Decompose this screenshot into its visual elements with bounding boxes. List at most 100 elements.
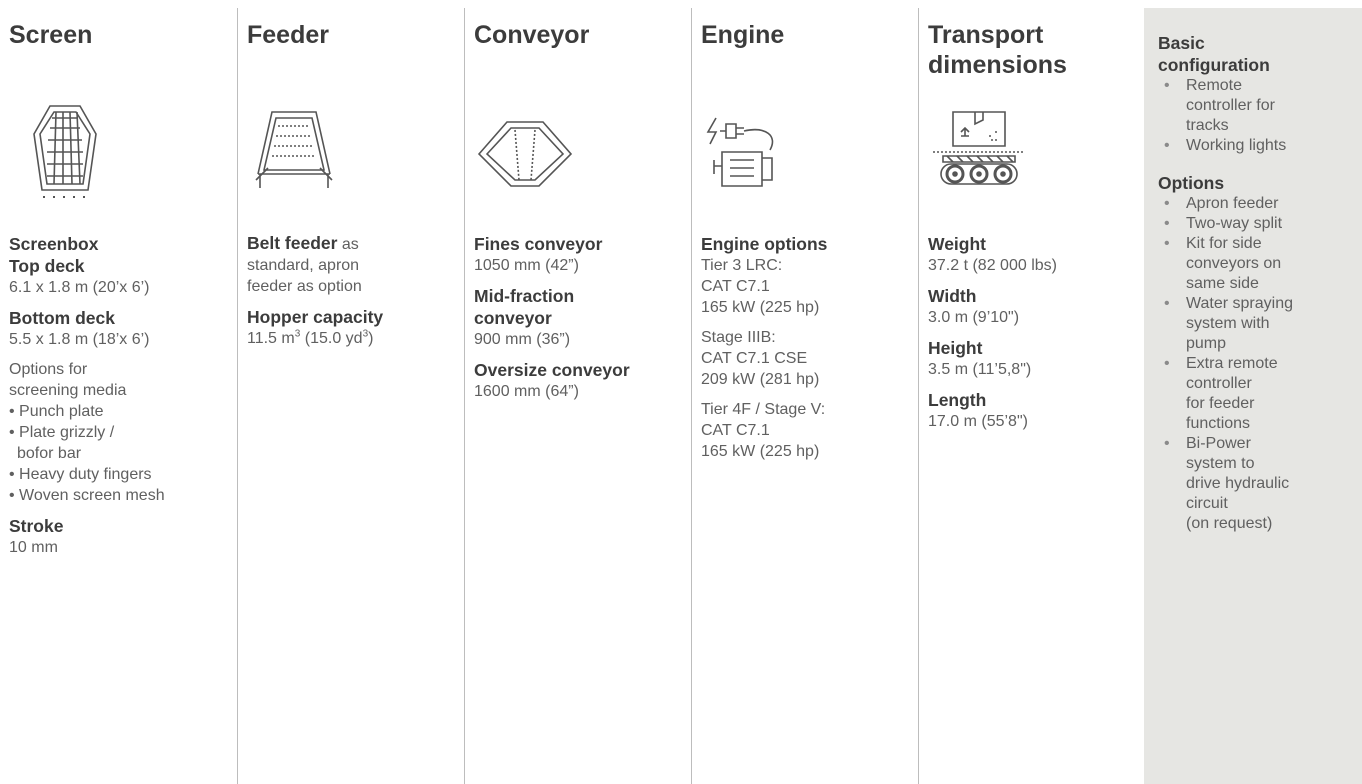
engine-column: Engine Engine options Tier 3 LRC: CAT C7…	[692, 0, 918, 784]
feeder-column: Feeder Belt feeder as standard, apron fe…	[238, 0, 464, 784]
tier3-text: CAT C7.1	[701, 278, 770, 295]
config-list-item: • Apron feeder	[1158, 194, 1356, 214]
config-item-line: controller	[1186, 375, 1252, 392]
feeder-title: Feeder	[247, 21, 329, 49]
top-deck-value: 6.1 x 1.8 m (20’x 6’)	[9, 279, 150, 296]
bullet-icon: •	[1164, 355, 1170, 372]
basic-config-list: • Remote controller for tracks • Working ligh…	[1158, 76, 1356, 156]
screenbox-label: Screenbox	[9, 234, 99, 254]
conveyor-icon	[477, 118, 573, 190]
height-label: Height	[928, 338, 983, 358]
transport-column: Transport dimensions Weight 37.2 t (82 0…	[919, 0, 1144, 784]
options-text: Options for	[9, 361, 88, 378]
hopper-value-part: )	[368, 330, 374, 347]
config-item-line: circuit	[1186, 495, 1228, 512]
bullet-icon: •	[1164, 77, 1170, 94]
config-item-line: conveyors on	[1186, 255, 1282, 272]
basic-config-title: configuration	[1158, 55, 1270, 75]
transport-specs: Weight 37.2 t (82 000 lbs) Width 3.0 m (…	[928, 233, 1140, 432]
media-item: • Punch plate	[9, 403, 104, 420]
engine-title: Engine	[701, 21, 785, 49]
bullet-icon: •	[1164, 295, 1170, 312]
tier4-text: 165 kW (225 hp)	[701, 443, 820, 460]
screen-specs: Screenbox Top deck 6.1 x 1.8 m (20’x 6’)…	[9, 233, 233, 558]
media-item: • Woven screen mesh	[9, 487, 165, 504]
length-label: Length	[928, 390, 987, 410]
weight-value: 37.2 t (82 000 lbs)	[928, 257, 1057, 274]
config-item-line: functions	[1186, 415, 1251, 432]
width-label: Width	[928, 286, 977, 306]
engine-options-label: Engine options	[701, 234, 828, 254]
belt-feeder-text: feeder as option	[247, 278, 362, 295]
oversize-label: Oversize conveyor	[474, 360, 630, 380]
belt-feeder-bold: Belt feeder	[247, 233, 338, 253]
conveyor-title: Conveyor	[474, 21, 590, 49]
stroke-label: Stroke	[9, 516, 64, 536]
tier4-text: CAT C7.1	[701, 422, 770, 439]
fines-label: Fines conveyor	[474, 234, 603, 254]
feeder-specs: Belt feeder as standard, apron feeder as…	[247, 233, 460, 349]
config-list-item: • Water spraying system with pump	[1158, 294, 1356, 354]
config-item-line: Bi-Power	[1186, 435, 1251, 452]
config-item-line: tracks	[1186, 117, 1229, 134]
basic-config-title: Basic	[1158, 33, 1205, 53]
config-list-item: • Remote controller for tracks	[1158, 76, 1356, 136]
transport-title: dimensions	[928, 51, 1067, 79]
mid-label: Mid-fraction	[474, 286, 575, 306]
options-list: • Apron feeder • Two-way split • Kit for side…	[1158, 194, 1356, 534]
hopper-value-part: 11.5 m	[247, 330, 295, 347]
hopper-value-part: (15.0 yd	[300, 330, 363, 347]
config-item-line: Two-way split	[1186, 215, 1283, 232]
config-item-line: (on request)	[1186, 515, 1273, 532]
options-title: Options	[1158, 173, 1225, 193]
bottom-deck-value: 5.5 x 1.8 m (18’x 6’)	[9, 331, 150, 348]
tier3-text: 165 kW (225 hp)	[701, 299, 820, 316]
stage3b-text: Stage IIIB:	[701, 329, 776, 346]
screen-box-icon	[30, 104, 100, 200]
belt-feeder-rest: as	[337, 236, 359, 253]
config-item-line: same side	[1186, 275, 1259, 292]
media-item: • Heavy duty fingers	[9, 466, 152, 483]
engine-electric-icon	[706, 116, 796, 188]
config-item-line: pump	[1186, 335, 1227, 352]
mid-label: conveyor	[474, 308, 552, 328]
media-item: bofor bar	[17, 445, 82, 462]
hopper-label: Hopper capacity	[247, 307, 384, 327]
config-list-item: • Extra remote controller for feeder functio…	[1158, 354, 1356, 434]
transport-title: Transport	[928, 21, 1044, 49]
config-item-line: system to	[1186, 455, 1255, 472]
height-value: 3.5 m (11’5,8")	[928, 361, 1032, 378]
fines-value: 1050 mm (42”)	[474, 257, 579, 274]
bottom-deck-label: Bottom deck	[9, 308, 115, 328]
screen-column: Screen Screenbox Top deck 6.1 x 1.8 m (2…	[0, 0, 237, 784]
conveyor-specs: Fines conveyor 1050 mm (42”) Mid-fractio…	[474, 233, 687, 402]
config-item-line: Remote	[1186, 77, 1243, 94]
config-item-line: for feeder	[1186, 395, 1255, 412]
hopper-value: 11.5 m3 (15.0 yd3)	[247, 328, 460, 349]
config-list-item: • Working lights	[1158, 136, 1356, 156]
tier4-text: Tier 4F / Stage V:	[701, 401, 826, 418]
length-value: 17.0 m (55’8")	[928, 413, 1028, 430]
top-deck-label: Top deck	[9, 256, 85, 276]
mid-value: 900 mm (36”)	[474, 331, 571, 348]
bullet-icon: •	[1164, 137, 1170, 154]
config-list-item: • Bi-Power system to drive hydraulic circuit…	[1158, 434, 1356, 534]
stage3b-text: CAT C7.1 CSE	[701, 350, 808, 367]
config-item-line: controller for	[1186, 97, 1275, 114]
tier3-text: Tier 3 LRC:	[701, 257, 783, 274]
config-item-line: Kit for side	[1186, 235, 1262, 252]
engine-specs: Engine options Tier 3 LRC: CAT C7.1 165 …	[701, 233, 914, 462]
transport-truck-icon	[931, 108, 1027, 188]
screen-title: Screen	[9, 21, 93, 49]
stage3b-text: 209 kW (281 hp)	[701, 371, 820, 388]
feeder-hopper-icon	[254, 108, 334, 196]
config-item-line: Working lights	[1186, 137, 1287, 154]
bullet-icon: •	[1164, 215, 1170, 232]
bullet-icon: •	[1164, 435, 1170, 452]
belt-feeder-text: Belt feeder as	[247, 233, 460, 255]
configuration-panel: Basic configuration • Remote controller fo…	[1144, 8, 1362, 784]
belt-feeder-text: standard, apron	[247, 257, 360, 274]
width-value: 3.0 m (9’10")	[928, 309, 1020, 326]
weight-label: Weight	[928, 234, 987, 254]
config-item-line: drive hydraulic	[1186, 475, 1290, 492]
